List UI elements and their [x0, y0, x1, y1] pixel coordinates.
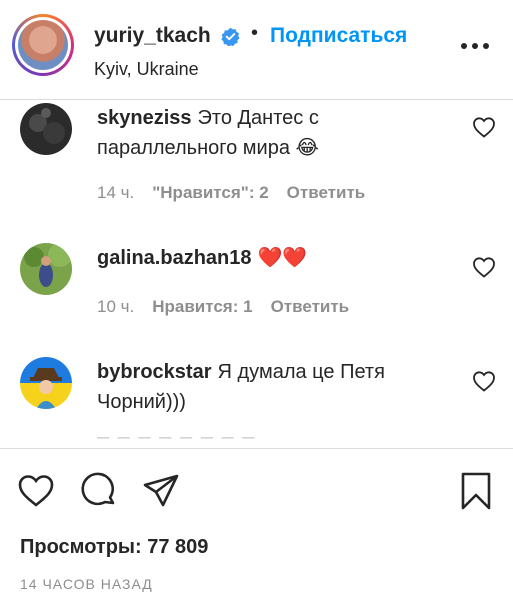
avatar-image [20, 357, 72, 409]
comment-meta: 14 ч. "Нравится": 2 Ответить [97, 183, 383, 203]
commenter-avatar[interactable] [20, 357, 72, 409]
comment-username[interactable]: galina.bazhan18 [97, 247, 252, 269]
heart-icon[interactable] [472, 256, 496, 278]
comment-text-block: bybrockstar Я думала це Петя Чорний))) [97, 357, 457, 417]
commenter-avatar[interactable] [20, 243, 72, 295]
cut-off-comment-meta: ─ ─ ─ ─ ─ ─ ─ ─ [97, 436, 357, 448]
comment-text-block: skyneziss Это Дантес с параллельного мира… [97, 103, 457, 163]
share-icon[interactable] [141, 471, 181, 511]
comment-likes[interactable]: Нравится: 1 [152, 297, 252, 316]
location-link[interactable]: Kyiv, Ukraine [94, 59, 199, 80]
heart-icon[interactable] [472, 116, 496, 138]
username-link[interactable]: yuriy_tkach [94, 24, 211, 48]
follow-button[interactable]: Подписаться [270, 24, 407, 48]
comment-time[interactable]: 10 ч. [97, 297, 134, 316]
verified-badge-icon [221, 27, 240, 46]
post-header: yuriy_tkach • Подписаться Kyiv, Ukraine [0, 0, 513, 100]
avatar-image [20, 103, 72, 155]
comment-text-block: galina.bazhan18 ❤️❤️ [97, 243, 457, 273]
avatar-border [15, 17, 71, 73]
comment-body: ❤️❤️ [257, 247, 308, 269]
heart-icon[interactable] [16, 471, 56, 511]
comments-list[interactable]: skyneziss Это Дантес с параллельного мира… [0, 100, 513, 448]
commenter-avatar[interactable] [20, 103, 72, 155]
profile-avatar[interactable] [12, 14, 74, 76]
comment-time[interactable]: 14 ч. [97, 183, 134, 202]
cut-off-text: ─ ─ ─ ─ ─ ─ ─ ─ [97, 436, 257, 447]
avatar-image [20, 243, 72, 295]
heart-icon[interactable] [472, 370, 496, 392]
action-bar [0, 448, 513, 538]
comment-likes[interactable]: "Нравится": 2 [152, 183, 268, 202]
reply-button[interactable]: Ответить [271, 297, 350, 316]
comment-username[interactable]: skyneziss [97, 107, 192, 129]
comment-meta: 10 ч. Нравится: 1 Ответить [97, 297, 367, 317]
separator-dot: • [251, 22, 259, 44]
post-timestamp[interactable]: 14 ЧАСОВ НАЗАД [20, 576, 153, 592]
view-count[interactable]: Просмотры: 77 809 [20, 536, 208, 559]
reply-button[interactable]: Ответить [287, 183, 366, 202]
bookmark-icon[interactable] [456, 471, 496, 511]
comment-icon[interactable] [79, 471, 119, 511]
avatar-image [18, 20, 68, 70]
comment-username[interactable]: bybrockstar [97, 361, 212, 383]
more-options-icon[interactable] [458, 32, 492, 60]
